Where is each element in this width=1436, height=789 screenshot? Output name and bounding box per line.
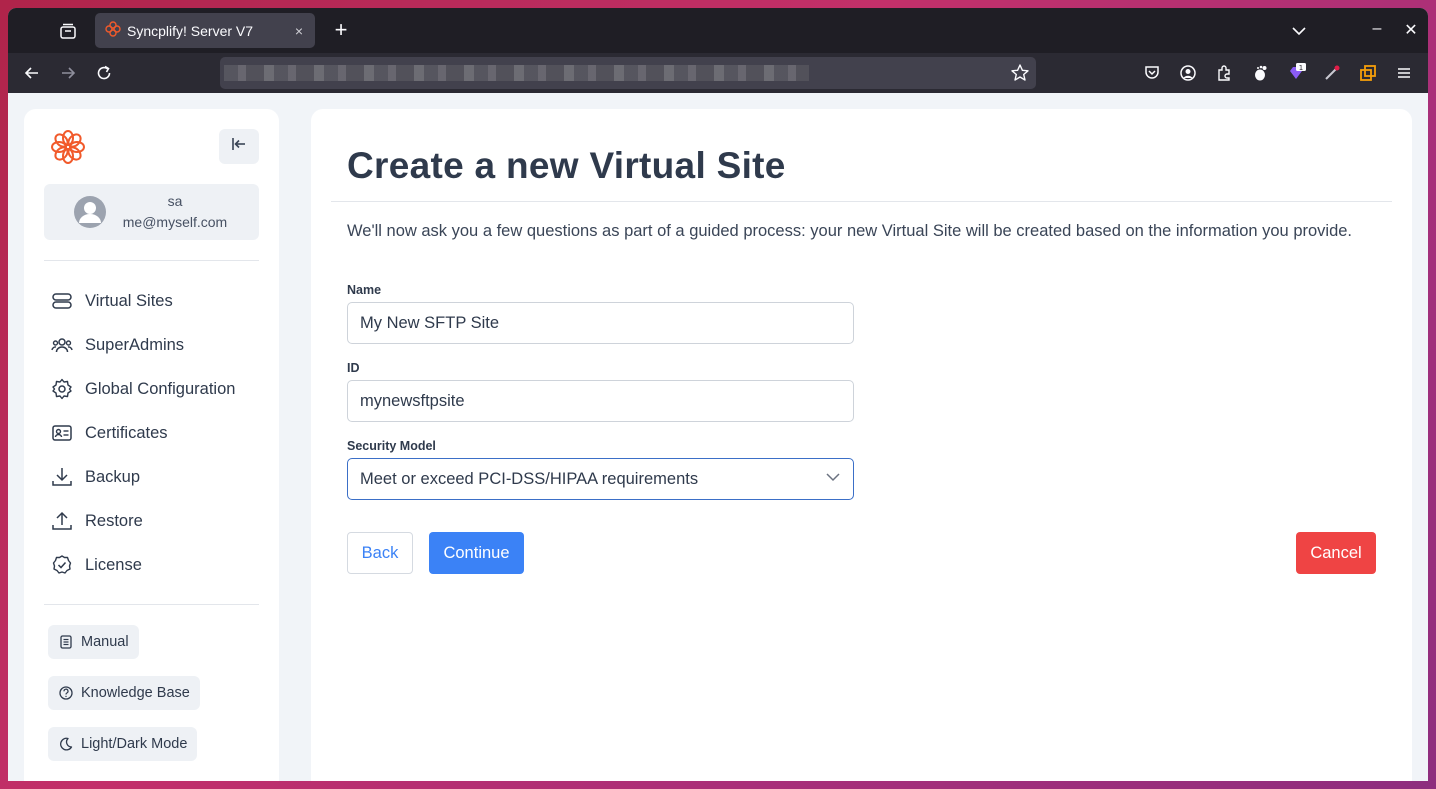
syncplify-logo-icon[interactable] bbox=[50, 129, 86, 165]
main-panel: Create a new Virtual Site We'll now ask … bbox=[311, 109, 1412, 781]
user-email: me@myself.com bbox=[122, 214, 228, 230]
extension-badge-count: 1 bbox=[1299, 64, 1303, 72]
document-icon bbox=[58, 634, 74, 650]
sidebar-item-label: Certificates bbox=[85, 423, 168, 442]
id-input[interactable] bbox=[347, 380, 854, 422]
sidebar-item-label: Global Configuration bbox=[85, 379, 236, 398]
pocket-icon[interactable] bbox=[1141, 62, 1163, 84]
manual-button[interactable]: Manual bbox=[48, 625, 139, 659]
account-icon[interactable] bbox=[1177, 62, 1199, 84]
tab-strip: Syncplify! Server V7 × + – ✕ bbox=[8, 8, 1428, 53]
moon-icon bbox=[58, 736, 74, 752]
tab-close-icon[interactable]: × bbox=[291, 23, 307, 39]
id-card-icon bbox=[50, 421, 74, 445]
sidebar-item-label: Backup bbox=[85, 467, 141, 486]
check-badge-icon bbox=[50, 553, 74, 577]
intro-text: We'll now ask you a few questions as par… bbox=[347, 222, 1353, 240]
extensions-icon[interactable] bbox=[1213, 62, 1235, 84]
tab-overview-icon[interactable] bbox=[56, 19, 80, 43]
extension-pen-icon[interactable] bbox=[1321, 62, 1343, 84]
minimize-button[interactable]: – bbox=[1366, 20, 1388, 42]
page-title: Create a new Virtual Site bbox=[347, 145, 786, 186]
knowledge-base-label: Knowledge Base bbox=[81, 685, 190, 701]
continue-button[interactable]: Continue bbox=[429, 532, 524, 574]
close-window-button[interactable]: ✕ bbox=[1400, 20, 1422, 42]
security-model-select[interactable]: Meet or exceed PCI-DSS/HIPAA requirement… bbox=[347, 458, 854, 500]
sidebar-item-license[interactable]: License bbox=[50, 550, 260, 580]
syncplify-favicon-icon bbox=[105, 21, 121, 40]
active-tab[interactable]: Syncplify! Server V7 × bbox=[95, 13, 315, 48]
gnome-icon[interactable] bbox=[1249, 62, 1271, 84]
divider bbox=[331, 201, 1392, 202]
light-dark-mode-button[interactable]: Light/Dark Mode bbox=[48, 727, 198, 761]
sidebar: sa me@myself.com Virtual Sites SuperAdmi… bbox=[24, 109, 279, 781]
id-label: ID bbox=[347, 361, 360, 375]
divider bbox=[44, 604, 259, 605]
extension-copy-icon[interactable] bbox=[1357, 62, 1379, 84]
back-icon[interactable] bbox=[21, 62, 43, 84]
sidebar-item-backup[interactable]: Backup bbox=[50, 462, 260, 492]
chevron-down-icon bbox=[825, 469, 841, 490]
back-button[interactable]: Back bbox=[347, 532, 413, 574]
sidebar-item-label: Virtual Sites bbox=[85, 291, 173, 310]
cancel-button[interactable]: Cancel bbox=[1296, 532, 1376, 574]
extension-badge-icon[interactable]: 1 bbox=[1285, 62, 1307, 84]
sidebar-item-label: License bbox=[85, 555, 142, 574]
chevron-down-icon[interactable] bbox=[1288, 20, 1310, 42]
sidebar-item-restore[interactable]: Restore bbox=[50, 506, 260, 536]
page-content: sa me@myself.com Virtual Sites SuperAdmi… bbox=[8, 93, 1428, 781]
security-model-label: Security Model bbox=[347, 439, 436, 453]
url-bar[interactable] bbox=[220, 57, 1036, 89]
sidebar-item-superadmins[interactable]: SuperAdmins bbox=[50, 330, 260, 360]
users-icon bbox=[50, 333, 74, 357]
user-card[interactable]: sa me@myself.com bbox=[44, 184, 259, 240]
collapse-left-icon bbox=[230, 135, 248, 158]
question-icon bbox=[58, 685, 74, 701]
sidebar-item-virtual-sites[interactable]: Virtual Sites bbox=[50, 286, 260, 316]
collapse-sidebar-button[interactable] bbox=[219, 129, 259, 164]
sidebar-item-label: SuperAdmins bbox=[85, 335, 185, 354]
divider bbox=[44, 260, 259, 261]
name-input[interactable] bbox=[347, 302, 854, 344]
browser-window: Syncplify! Server V7 × + – ✕ 1 sa me@mys… bbox=[8, 8, 1428, 781]
reload-icon[interactable] bbox=[93, 62, 115, 84]
menu-icon[interactable] bbox=[1393, 62, 1415, 84]
server-icon bbox=[50, 289, 74, 313]
sidebar-item-label: Restore bbox=[85, 511, 143, 530]
avatar bbox=[73, 195, 107, 229]
security-model-value: Meet or exceed PCI-DSS/HIPAA requirement… bbox=[360, 469, 699, 488]
light-dark-mode-label: Light/Dark Mode bbox=[81, 736, 188, 752]
blurred-url bbox=[224, 65, 809, 81]
download-icon bbox=[50, 465, 74, 489]
new-tab-button[interactable]: + bbox=[328, 18, 354, 44]
forward-icon[interactable] bbox=[57, 62, 79, 84]
knowledge-base-button[interactable]: Knowledge Base bbox=[48, 676, 200, 710]
user-name: sa bbox=[167, 193, 183, 209]
upload-icon bbox=[50, 509, 74, 533]
sidebar-item-global-configuration[interactable]: Global Configuration bbox=[50, 374, 260, 404]
sidebar-item-certificates[interactable]: Certificates bbox=[50, 418, 260, 448]
gear-icon bbox=[50, 377, 74, 401]
manual-label: Manual bbox=[81, 634, 129, 650]
nav-bar: 1 bbox=[8, 53, 1428, 93]
name-label: Name bbox=[347, 283, 382, 297]
tab-title: Syncplify! Server V7 bbox=[127, 22, 254, 39]
bookmark-star-icon[interactable] bbox=[1010, 63, 1030, 83]
